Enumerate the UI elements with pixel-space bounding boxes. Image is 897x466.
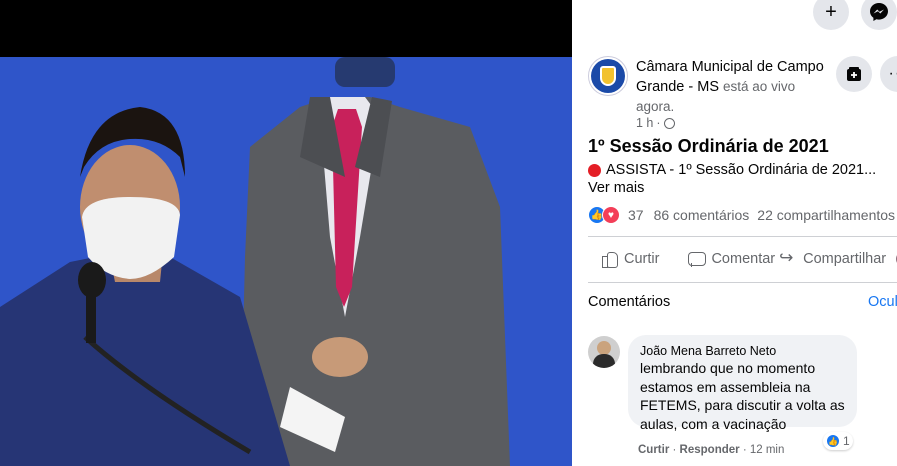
messenger-icon xyxy=(870,3,888,21)
post-title: 1º Sessão Ordinária de 2021 xyxy=(588,136,829,156)
like-label: Curtir xyxy=(624,251,660,267)
page-avatar[interactable] xyxy=(588,56,628,96)
divider xyxy=(588,282,897,283)
divider xyxy=(588,236,897,237)
post-stats: 👍 ♥ 37 86 comentários 22 compartilhament… xyxy=(588,205,895,225)
post-meta: 1 h · xyxy=(636,116,675,130)
plus-icon: + xyxy=(825,0,837,23)
video-scene-illustration xyxy=(0,57,510,466)
globe-icon xyxy=(663,117,675,129)
shares-count[interactable]: 22 compartilhamentos xyxy=(757,207,895,223)
share-button[interactable]: Compartilhar xyxy=(779,248,897,269)
video-player[interactable] xyxy=(0,0,572,466)
more-options-button[interactable]: ··· xyxy=(880,56,897,92)
comment-reaction-count: 1 xyxy=(843,434,850,448)
video-frame[interactable] xyxy=(0,57,572,466)
comment-label: Comentar xyxy=(711,251,776,267)
post-description: ASSISTA - 1º Sessão Ordinária de 2021... xyxy=(588,162,876,178)
comment-footer: Curtir · Responder · 12 min xyxy=(638,444,784,456)
avatar-body xyxy=(593,354,615,368)
save-button[interactable] xyxy=(836,56,872,92)
comment-like-button[interactable]: Curtir xyxy=(638,444,669,456)
comment-bubble-icon xyxy=(687,250,707,268)
bookmark-add-icon xyxy=(847,67,861,81)
comment-author[interactable]: João Mena Barreto Neto xyxy=(640,343,845,359)
comment-text: lembrando que no momento estamos em asse… xyxy=(640,360,845,432)
share-label: Compartilhar xyxy=(803,251,887,267)
comment-reply-button[interactable]: Responder xyxy=(680,444,740,456)
ellipsis-icon: ··· xyxy=(888,65,897,82)
comment-author-avatar[interactable] xyxy=(588,336,620,368)
see-more-link[interactable]: Ver mais xyxy=(588,180,644,196)
comments-count[interactable]: 86 comentários xyxy=(654,207,750,223)
coat-of-arms-icon xyxy=(600,66,616,86)
hide-comments-link[interactable]: Ocultar xyxy=(868,294,897,310)
thumbs-up-icon xyxy=(600,250,618,268)
comment-reactions[interactable]: 👍 1 xyxy=(823,432,853,450)
avatar-face xyxy=(597,341,611,355)
post-panel: + Câmara Municipal de Campo Grande - MS … xyxy=(572,0,897,466)
like-reaction-icon: 👍 xyxy=(826,434,840,448)
love-reaction-icon[interactable]: ♥ xyxy=(602,206,620,224)
post-header: Câmara Municipal de Campo Grande - MS es… xyxy=(636,58,836,117)
live-red-dot-icon xyxy=(588,163,601,177)
meta-separator: · xyxy=(656,116,661,130)
post-description-text: ASSISTA - 1º Sessão Ordinária de 2021... xyxy=(606,162,877,178)
comments-heading: Comentários xyxy=(588,294,671,310)
post-actions: Curtir Comentar Compartilhar xyxy=(588,246,897,272)
create-button[interactable]: + xyxy=(813,0,849,30)
comment-bubble: João Mena Barreto Neto lembrando que no … xyxy=(628,335,857,432)
footer-separator: · xyxy=(742,444,750,456)
share-arrow-icon xyxy=(779,248,797,268)
post-time[interactable]: 1 h xyxy=(636,116,653,130)
page-logo xyxy=(591,59,625,93)
like-button[interactable]: Curtir xyxy=(600,250,659,268)
comment-time[interactable]: 12 min xyxy=(750,444,785,456)
reaction-count[interactable]: 37 xyxy=(628,207,644,223)
comment-button[interactable]: Comentar xyxy=(687,250,775,268)
footer-separator: · xyxy=(672,444,680,456)
messenger-button[interactable] xyxy=(861,0,897,30)
